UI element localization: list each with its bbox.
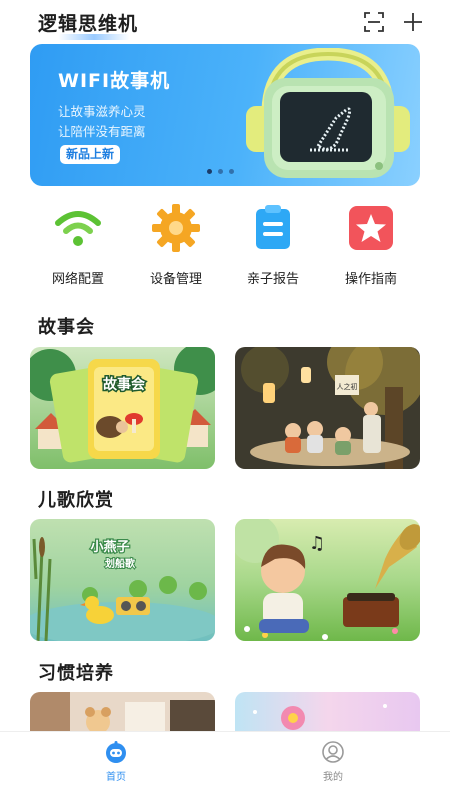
action-device-management[interactable]: 设备管理 <box>126 198 226 290</box>
song-card-image: 小燕子 划船歌 <box>30 519 215 641</box>
wifi-icon <box>55 211 101 246</box>
song-card-image: ♫ <box>235 519 420 641</box>
promo-banner[interactable]: WIFI故事机 让故事滋养心灵 让陪伴没有距离 新品上新 <box>30 44 420 186</box>
report-icon <box>256 205 290 249</box>
carousel-dot[interactable] <box>229 169 234 174</box>
gear-icon <box>152 204 200 252</box>
action-label: 亲子报告 <box>246 272 299 287</box>
tab-label: 首页 <box>106 772 126 783</box>
app-title: 逻辑思维机 <box>38 13 139 35</box>
home-robot-icon <box>106 741 126 763</box>
habit-card-image <box>235 692 420 731</box>
action-label: 操作指南 <box>344 272 397 287</box>
header: 逻辑思维机 <box>0 0 450 44</box>
song-card-text-2: 划船歌 <box>105 557 136 570</box>
song-card-text-1: 小燕子 <box>90 539 129 555</box>
action-label: 设备管理 <box>149 272 202 287</box>
carousel-dot[interactable] <box>218 169 223 174</box>
section-title-habits: 习惯培养 <box>38 663 114 684</box>
music-note-icon: ♫ <box>309 533 325 554</box>
habit-card[interactable] <box>235 692 420 731</box>
section-title-songs: 儿歌欣赏 <box>38 490 114 511</box>
carousel-dots <box>207 169 234 174</box>
habit-card-image <box>30 692 215 731</box>
story-card[interactable]: 人之初 <box>235 347 420 469</box>
story-card-text: 故事会 <box>103 376 146 393</box>
action-parent-report[interactable]: 亲子报告 <box>223 198 323 290</box>
action-user-guide[interactable]: 操作指南 <box>321 198 421 290</box>
carousel-dot[interactable] <box>207 169 212 174</box>
section-title-stories: 故事会 <box>38 317 95 338</box>
action-label: 网络配置 <box>51 272 104 287</box>
story-card-image: 故事会 <box>30 347 215 469</box>
profile-icon <box>322 741 344 763</box>
banner-title: WIFI故事机 <box>58 70 171 92</box>
plus-icon[interactable] <box>402 11 424 33</box>
story-card-image: 人之初 <box>235 347 420 469</box>
title-underline <box>58 34 130 40</box>
story-machine-illustration <box>246 48 410 178</box>
song-card[interactable]: 小燕子 划船歌 <box>30 519 215 641</box>
quick-actions: 网络配置 设备管理 亲子报告 操作指南 <box>0 198 450 290</box>
bottom-tab-bar: 首页 我的 <box>0 731 450 800</box>
story-card-text: 人之初 <box>337 382 358 391</box>
tab-home[interactable]: 首页 <box>76 738 156 788</box>
new-product-badge[interactable]: 新品上新 <box>60 145 121 164</box>
star-icon <box>349 206 393 250</box>
banner-subtitle-1: 让故事滋养心灵 <box>58 104 146 119</box>
habit-card[interactable] <box>30 692 215 731</box>
banner-subtitle-2: 让陪伴没有距离 <box>58 124 146 139</box>
song-card[interactable]: ♫ <box>235 519 420 641</box>
tab-label: 我的 <box>323 772 343 783</box>
action-network-config[interactable]: 网络配置 <box>28 198 128 290</box>
tab-mine[interactable]: 我的 <box>293 738 373 788</box>
story-card[interactable]: 故事会 <box>30 347 215 469</box>
scan-icon[interactable] <box>363 11 385 33</box>
